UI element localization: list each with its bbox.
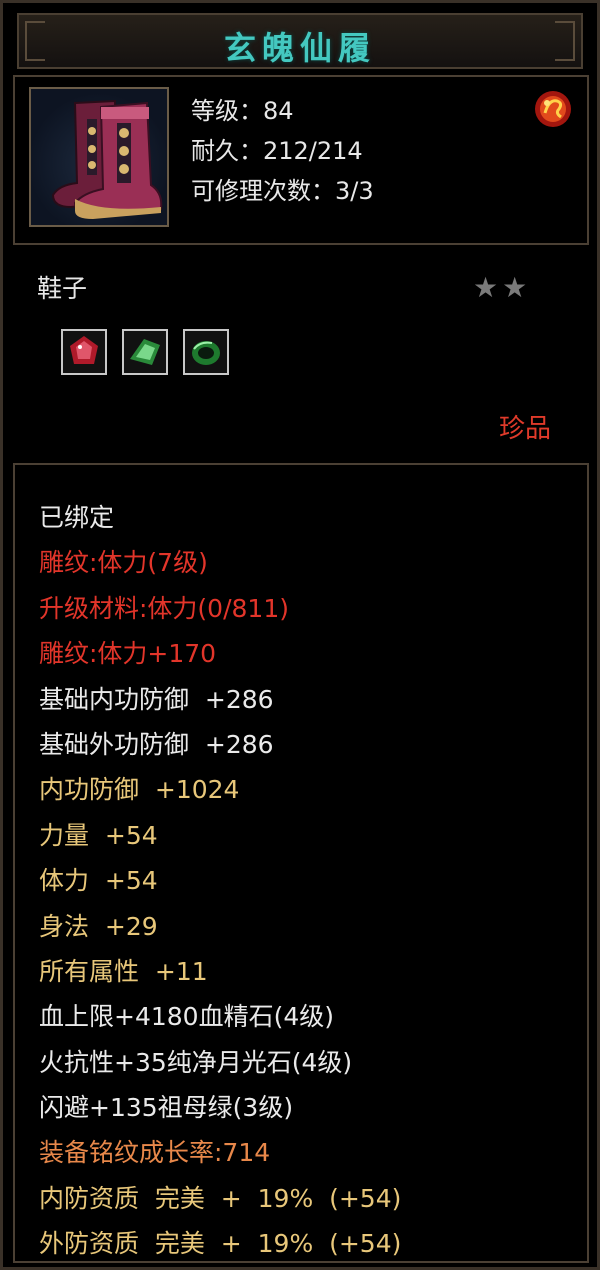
item-name: 玄魄仙履 (223, 29, 376, 67)
stat-line: 雕纹:体力(7级) (39, 548, 208, 578)
stat-line: 力量 +54 (39, 820, 158, 850)
stat-line: 已绑定 (39, 503, 115, 532)
stat-line: 雕纹:体力+170 (39, 639, 217, 669)
item-type: 鞋子 (37, 274, 88, 303)
stat-line: 基础外功防御 +286 (39, 729, 274, 759)
repairs-text: 可修理次数：3/3 (191, 177, 374, 205)
stat-line: 升级材料:体力(0/811) (39, 593, 289, 623)
title-bar: 玄魄仙履 (17, 13, 583, 69)
stat-line: 火抗性+35纯净月光石(4级) (39, 1047, 353, 1077)
tooltip-frame: 玄魄仙履 等级：84 耐久：212/214 可修理次数：3/3 鞋子 ★ ★ 珍… (0, 0, 600, 1270)
stat-line: 外防资质 完美 + 19% (+54) (39, 1229, 402, 1259)
stat-line: 内防资质 完美 + 19% (+54) (39, 1183, 402, 1213)
boots-icon[interactable] (29, 87, 169, 227)
green-gem-icon[interactable] (122, 329, 169, 375)
stat-line: 所有属性 +11 (39, 956, 208, 986)
stats-panel: 已绑定雕纹:体力(7级) 升级材料:体力(0/811) 雕纹:体力+170 基础内功防… (13, 463, 589, 1263)
item-header: 等级：84 耐久：212/214 可修理次数：3/3 (13, 75, 589, 245)
gem-slots (61, 329, 239, 379)
stat-line: 内功防御 +1024 (39, 775, 240, 805)
level-text: 等级：84 (191, 97, 294, 125)
red-gem-icon[interactable] (61, 329, 107, 375)
star-rating: ★ ★ (473, 271, 531, 304)
star-icon: ★ (473, 271, 499, 304)
star-icon: ★ (502, 271, 528, 304)
fire-sigil-icon (533, 89, 573, 129)
stat-line: 血上限+4180血精石(4级) (39, 1002, 334, 1032)
stat-line: 身法 +29 (39, 911, 158, 941)
rarity-label: 珍品 (498, 414, 551, 444)
stats-list: 已绑定雕纹:体力(7级) 升级材料:体力(0/811) 雕纹:体力+170 基础内功防… (39, 495, 401, 1267)
stat-line: 基础内功防御 +286 (39, 684, 274, 714)
stat-line: 闪避+135祖母绿(3级) (39, 1093, 294, 1123)
stat-line: 装备铭纹成长率:714 (39, 1138, 271, 1168)
durability-text: 耐久：212/214 (191, 137, 363, 165)
stat-line: 体力 +54 (39, 866, 158, 896)
green-ring-gem-icon[interactable] (183, 329, 230, 375)
